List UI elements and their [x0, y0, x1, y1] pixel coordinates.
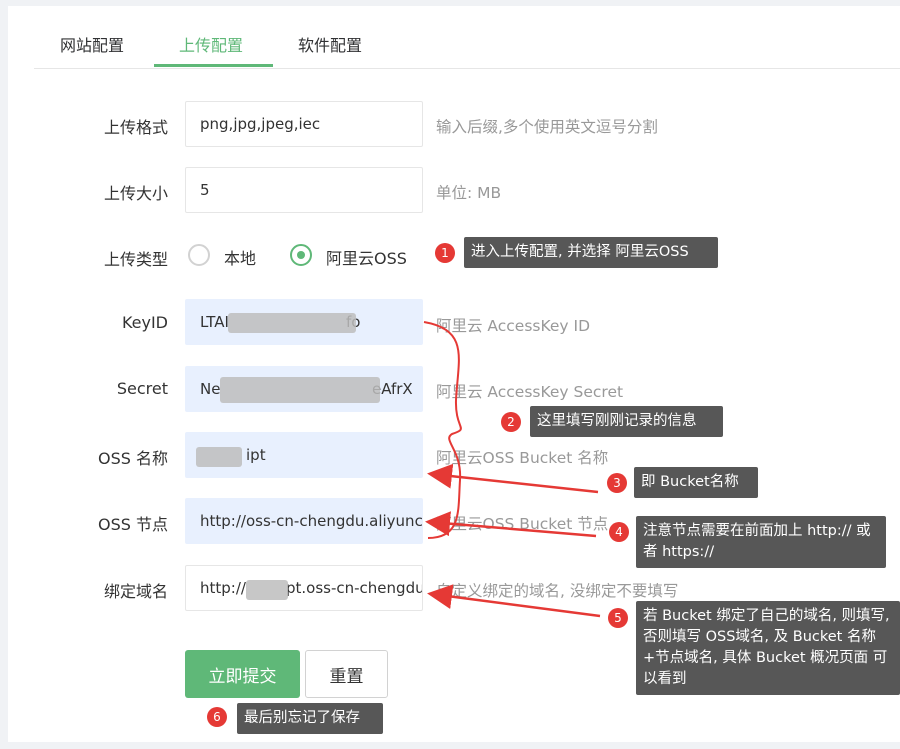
bind-domain-input[interactable]: http:// pt.oss-cn-chengdu.aliyuncs.com — [185, 565, 423, 611]
page-top-margin — [8, 0, 900, 6]
upload-format-label: 上传格式 — [103, 118, 168, 137]
active-tab-indicator — [154, 64, 273, 67]
radio-local-circle — [188, 244, 210, 266]
secret-label: Secret — [116, 379, 168, 398]
key-id-value-head: LTAI — [200, 313, 229, 331]
upload-size-label: 上传大小 — [103, 184, 168, 203]
arrow-bucket-name — [427, 463, 599, 494]
bind-domain-hint: 自定义绑定的域名, 没绑定不要填写 — [436, 582, 679, 600]
upload-size-input[interactable]: 5 — [185, 167, 423, 213]
tab-site-config[interactable]: 网站配置 — [60, 32, 124, 56]
page-bottom-margin — [8, 742, 900, 749]
secret-value-head: Ne — [200, 380, 221, 398]
page-left-margin — [0, 0, 8, 749]
radio-aliyun-oss-circle — [290, 244, 312, 266]
bind-domain-label: 绑定域名 — [103, 582, 168, 601]
submit-button[interactable]: 立即提交 — [185, 650, 300, 698]
key-id-hint: 阿里云 AccessKey ID — [436, 317, 591, 335]
secret-hint: 阿里云 AccessKey Secret — [436, 383, 624, 401]
bracket-curve — [423, 321, 462, 539]
upload-size-hint: 单位: MB — [436, 184, 502, 202]
key-id-redaction — [228, 313, 356, 333]
oss-name-label: OSS 名称 — [98, 449, 168, 468]
oss-node-label: OSS 节点 — [98, 515, 168, 534]
tab-upload-config[interactable]: 上传配置 — [179, 32, 243, 56]
radio-aliyun-oss-label: 阿里云OSS — [326, 249, 407, 268]
settings-tabs: 网站配置 上传配置 软件配置 — [34, 18, 900, 69]
secret-redaction — [220, 377, 380, 403]
annotation-3-note: 即 Bucket名称 — [634, 467, 758, 498]
annotation-4-badge: 4 — [609, 522, 629, 542]
oss-node-input[interactable]: http://oss-cn-chengdu.aliyuncs.com — [185, 498, 423, 544]
key-id-label: KeyID — [121, 313, 168, 332]
annotation-3-badge: 3 — [607, 473, 627, 493]
annotation-4-note: 注意节点需要在前面加上 http:// 或者 https:// — [636, 516, 886, 568]
upload-format-input[interactable]: png,jpg,jpeg,iec — [185, 101, 423, 147]
annotation-1-note: 进入上传配置, 并选择 阿里云OSS — [464, 237, 718, 268]
oss-name-value: ipt — [246, 446, 266, 464]
bind-domain-value-head: http:// — [200, 579, 246, 597]
oss-name-redaction — [196, 447, 242, 467]
radio-selected-dot — [297, 251, 305, 259]
annotation-6-note: 最后别忘记了保存 — [237, 703, 383, 734]
annotation-2-note: 这里填写刚刚记录的信息 — [530, 406, 723, 437]
annotation-5-badge: 5 — [608, 608, 628, 628]
annotation-2-badge: 2 — [501, 412, 521, 432]
bind-domain-redaction — [246, 580, 288, 600]
annotation-1-badge: 1 — [435, 243, 455, 263]
upload-type-label: 上传类型 — [103, 250, 168, 269]
oss-name-hint: 阿里云OSS Bucket 名称 — [436, 449, 609, 467]
annotation-5-note: 若 Bucket 绑定了自己的域名, 则填写, 否则填写 OSS域名, 及 Bu… — [636, 601, 900, 695]
tab-software-config[interactable]: 软件配置 — [298, 32, 362, 56]
oss-node-hint: 阿里云OSS Bucket 节点 — [436, 515, 609, 533]
annotation-6-badge: 6 — [207, 707, 227, 727]
bind-domain-value: pt.oss-cn-chengdu.aliyuncs.com — [286, 579, 422, 597]
upload-format-hint: 输入后缀,多个使用英文逗号分割 — [436, 118, 658, 136]
reset-button[interactable]: 重置 — [305, 650, 388, 698]
radio-local-label: 本地 — [224, 249, 257, 268]
